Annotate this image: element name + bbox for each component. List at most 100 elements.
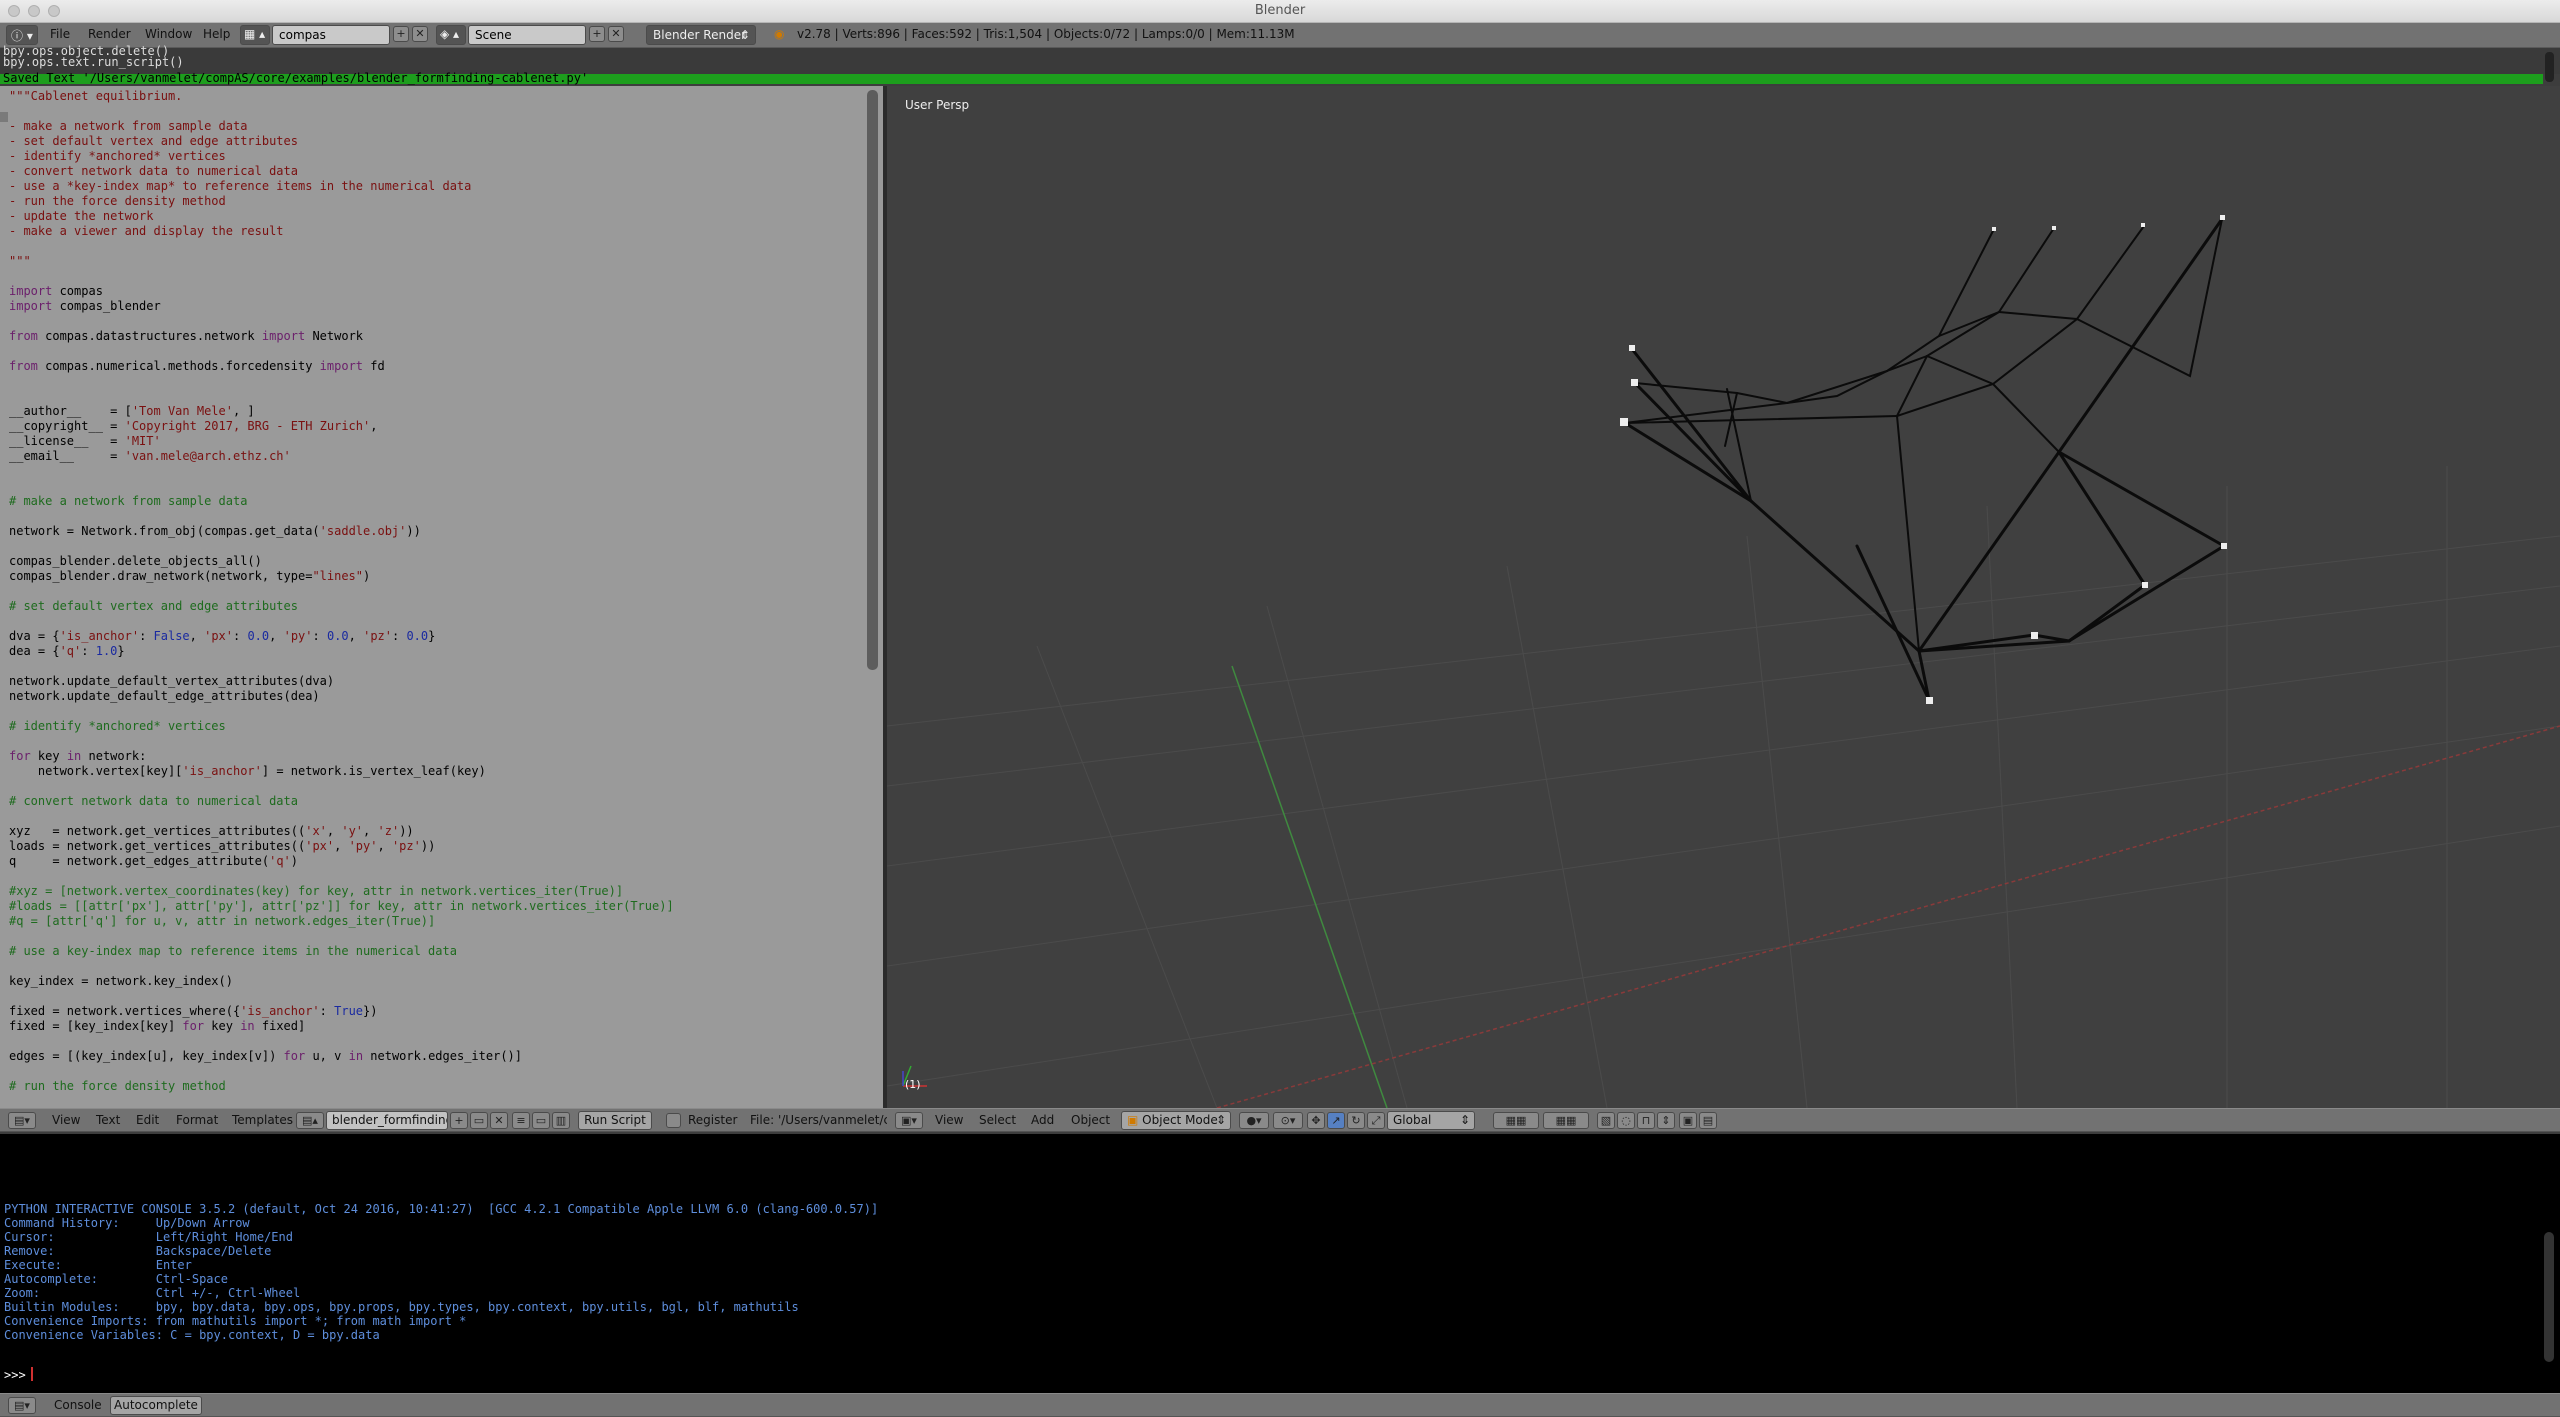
code-line[interactable]: xyz = network.get_vertices_attributes(('…	[9, 824, 674, 839]
code-line[interactable]: # make a network from sample data	[9, 494, 674, 509]
screen-layout-field[interactable]: compas	[272, 25, 390, 45]
3d-viewport[interactable]: User Persp (1)	[887, 86, 2560, 1108]
menu-add[interactable]: Add	[1031, 1113, 1054, 1127]
code-line[interactable]: import compas_blender	[9, 299, 674, 314]
open-text-icon[interactable]: ▭	[470, 1112, 488, 1129]
code-line[interactable]	[9, 959, 674, 974]
autocomplete-button[interactable]: Autocomplete	[110, 1396, 202, 1415]
code-line[interactable]: - update the network	[9, 209, 674, 224]
text-editor-scrollbar[interactable]	[867, 90, 878, 670]
console-menu[interactable]: Console	[54, 1398, 102, 1412]
code-line[interactable]	[9, 734, 674, 749]
new-text-icon[interactable]: +	[450, 1112, 468, 1129]
snap-element-icon[interactable]: ⇕	[1657, 1112, 1675, 1129]
code-line[interactable]: network.update_default_vertex_attributes…	[9, 674, 674, 689]
code-line[interactable]	[9, 389, 674, 404]
code-line[interactable]	[9, 374, 674, 389]
menu-file[interactable]: File	[50, 27, 70, 41]
code-line[interactable]	[9, 479, 674, 494]
menu-view[interactable]: View	[935, 1113, 963, 1127]
menu-text[interactable]: Text	[96, 1113, 120, 1127]
code-line[interactable]	[9, 509, 674, 524]
code-line[interactable]: q = network.get_edges_attribute('q')	[9, 854, 674, 869]
editor-type-button[interactable]: ⓘ ▾	[6, 25, 38, 45]
menu-format[interactable]: Format	[176, 1113, 218, 1127]
opengl-render-icon[interactable]: ▣	[1679, 1112, 1697, 1129]
code-line[interactable]: #q = [attr['q'] for u, v, attr in networ…	[9, 914, 674, 929]
code-line[interactable]: edges = [(key_index[u], key_index[v]) fo…	[9, 1049, 674, 1064]
layers-grid-icon[interactable]: ▦▦	[1543, 1112, 1589, 1129]
code-line[interactable]: - run the force density method	[9, 194, 674, 209]
scene-field[interactable]: Scene	[468, 25, 586, 45]
code-line[interactable]	[9, 314, 674, 329]
python-console[interactable]: PYTHON INTERACTIVE CONSOLE 3.5.2 (defaul…	[0, 1134, 2560, 1393]
code-line[interactable]: #loads = [[attr['px'], attr['py'], attr[…	[9, 899, 674, 914]
code-line[interactable]: dea = {'q': 1.0}	[9, 644, 674, 659]
code-line[interactable]: - use a *key-index map* to reference ite…	[9, 179, 674, 194]
text-browse-icon[interactable]: ▤▴	[296, 1112, 324, 1129]
code-line[interactable]	[9, 539, 674, 554]
code-line[interactable]	[9, 659, 674, 674]
editor-type-icon[interactable]: ▤▾	[8, 1112, 36, 1129]
viewport-shading-icon[interactable]: ●▾	[1239, 1112, 1269, 1129]
menu-select[interactable]: Select	[979, 1113, 1016, 1127]
code-line[interactable]: - identify *anchored* vertices	[9, 149, 674, 164]
pivot-point-icon[interactable]: ⊙▾	[1273, 1112, 1303, 1129]
code-line[interactable]: - convert network data to numerical data	[9, 164, 674, 179]
code-line[interactable]: import compas	[9, 284, 674, 299]
code-line[interactable]	[9, 239, 674, 254]
code-line[interactable]	[9, 989, 674, 1004]
code-line[interactable]	[9, 104, 674, 119]
layers-grid-icon[interactable]: ▦▦	[1493, 1112, 1539, 1129]
code-line[interactable]: from compas.datastructures.network impor…	[9, 329, 674, 344]
snap-icon[interactable]: ⊓	[1637, 1112, 1655, 1129]
editor-type-icon[interactable]: ▤▾	[8, 1397, 36, 1414]
text-editor[interactable]: """Cablenet equilibrium. - make a network…	[0, 86, 883, 1108]
line-numbers-icon[interactable]: ≡	[512, 1112, 530, 1129]
code-line[interactable]: compas_blender.draw_network(network, typ…	[9, 569, 674, 584]
code-line[interactable]: loads = network.get_vertices_attributes(…	[9, 839, 674, 854]
code-line[interactable]	[9, 809, 674, 824]
code-line[interactable]: key_index = network.key_index()	[9, 974, 674, 989]
code-line[interactable]: #xyz = [network.vertex_coordinates(key) …	[9, 884, 674, 899]
code-line[interactable]: __email__ = 'van.mele@arch.ethz.ch'	[9, 449, 674, 464]
code-line[interactable]: """Cablenet equilibrium.	[9, 89, 674, 104]
manipulator-toggle-icon[interactable]: ✥	[1307, 1112, 1325, 1129]
transform-orientation-select[interactable]: Global ⇕	[1387, 1111, 1475, 1130]
rotate-icon[interactable]: ↻	[1347, 1112, 1365, 1129]
code-line[interactable]	[9, 584, 674, 599]
code-line[interactable]	[9, 779, 674, 794]
code-line[interactable]: from compas.numerical.methods.forcedensi…	[9, 359, 674, 374]
code-area[interactable]: """Cablenet equilibrium. - make a network…	[9, 89, 674, 1094]
code-line[interactable]	[9, 1064, 674, 1079]
code-line[interactable]	[9, 929, 674, 944]
mode-select[interactable]: ▣ Object Mode ⇕	[1121, 1111, 1231, 1130]
syntax-highlight-icon[interactable]: ▥	[552, 1112, 570, 1129]
code-line[interactable]: network.vertex[key]['is_anchor'] = netwo…	[9, 764, 674, 779]
code-line[interactable]: for key in network:	[9, 749, 674, 764]
scale-icon[interactable]: ⤢	[1367, 1112, 1385, 1129]
code-line[interactable]: # use a key-index map to reference items…	[9, 944, 674, 959]
code-line[interactable]: - set default vertex and edge attributes	[9, 134, 674, 149]
translate-icon[interactable]: ↗	[1327, 1112, 1345, 1129]
code-line[interactable]: network = Network.from_obj(compas.get_da…	[9, 524, 674, 539]
add-scene-icon[interactable]: +	[589, 26, 605, 42]
console-prompt[interactable]: >>>	[4, 1368, 33, 1382]
scene-browse[interactable]: ◈ ▴	[436, 25, 466, 45]
code-line[interactable]	[9, 464, 674, 479]
code-line[interactable]: # convert network data to numerical data	[9, 794, 674, 809]
code-line[interactable]	[9, 869, 674, 884]
console-scrollbar[interactable]	[2544, 1232, 2554, 1362]
code-line[interactable]: fixed = [key_index[key] for key in fixed…	[9, 1019, 674, 1034]
code-line[interactable]: # identify *anchored* vertices	[9, 719, 674, 734]
menu-object[interactable]: Object	[1071, 1113, 1110, 1127]
code-line[interactable]: # run the force density method	[9, 1079, 674, 1094]
delete-scene-icon[interactable]: ✕	[608, 26, 624, 42]
code-line[interactable]: network.update_default_edge_attributes(d…	[9, 689, 674, 704]
code-line[interactable]: dva = {'is_anchor': False, 'px': 0.0, 'p…	[9, 629, 674, 644]
run-script-button[interactable]: Run Script	[578, 1111, 652, 1130]
code-line[interactable]: fixed = network.vertices_where({'is_anch…	[9, 1004, 674, 1019]
code-line[interactable]	[9, 704, 674, 719]
menu-render[interactable]: Render	[88, 27, 131, 41]
add-layout-icon[interactable]: +	[393, 26, 409, 42]
